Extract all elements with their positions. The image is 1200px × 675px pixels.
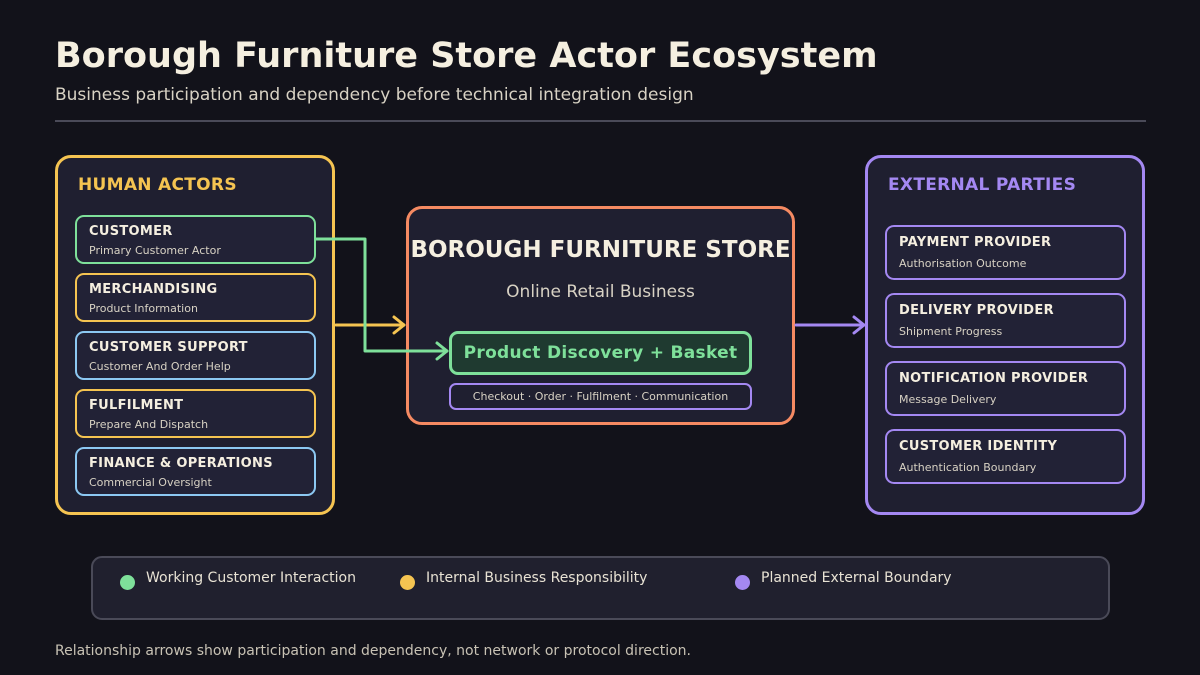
- page-title: Borough Furniture Store Actor Ecosystem: [55, 36, 878, 76]
- party-card-title: NOTIFICATION PROVIDER: [899, 371, 1089, 386]
- party-card-notification-provider[interactable]: NOTIFICATION PROVIDER Message Delivery: [885, 361, 1126, 416]
- legend-label: Working Customer Interaction: [146, 570, 356, 586]
- actor-card-merchandising[interactable]: MERCHANDISING Product Information: [75, 273, 316, 322]
- legend: [91, 556, 1110, 620]
- actor-card-fulfilment[interactable]: FULFILMENT Prepare And Dispatch: [75, 389, 316, 438]
- actor-card-finance-operations[interactable]: FINANCE & OPERATIONS Commercial Oversigh…: [75, 447, 316, 496]
- external-parties-title: EXTERNAL PARTIES: [888, 175, 1077, 195]
- legend-dot-external-boundary: [735, 575, 750, 590]
- actor-card-customer[interactable]: CUSTOMER Primary Customer Actor: [75, 215, 316, 264]
- business-process-box[interactable]: Checkout · Order · Fulfilment · Communic…: [449, 383, 752, 410]
- actor-card-subtitle: Customer And Order Help: [89, 360, 231, 373]
- party-card-title: DELIVERY PROVIDER: [899, 303, 1054, 318]
- store-title: BOROUGH FURNITURE STORE: [410, 237, 791, 263]
- internal-responsibility-arrow: [334, 315, 406, 335]
- external-boundary-arrow: [794, 315, 866, 335]
- actor-card-title: CUSTOMER SUPPORT: [89, 340, 248, 355]
- actor-card-title: FULFILMENT: [89, 398, 184, 413]
- page-subtitle: Business participation and dependency be…: [55, 85, 694, 105]
- party-card-subtitle: Authorisation Outcome: [899, 257, 1027, 270]
- actor-card-subtitle: Primary Customer Actor: [89, 244, 221, 257]
- actor-card-customer-support[interactable]: CUSTOMER SUPPORT Customer And Order Help: [75, 331, 316, 380]
- legend-label: Planned External Boundary: [761, 570, 952, 586]
- actor-card-title: FINANCE & OPERATIONS: [89, 456, 273, 471]
- legend-dot-customer-interaction: [120, 575, 135, 590]
- party-card-customer-identity[interactable]: CUSTOMER IDENTITY Authentication Boundar…: [885, 429, 1126, 484]
- party-card-subtitle: Authentication Boundary: [899, 461, 1037, 474]
- product-discovery-basket-box[interactable]: Product Discovery + Basket: [449, 331, 752, 375]
- party-card-payment-provider[interactable]: PAYMENT PROVIDER Authorisation Outcome: [885, 225, 1126, 280]
- footnote: Relationship arrows show participation a…: [55, 643, 691, 659]
- actor-card-subtitle: Prepare And Dispatch: [89, 418, 209, 431]
- party-card-delivery-provider[interactable]: DELIVERY PROVIDER Shipment Progress: [885, 293, 1126, 348]
- actor-card-title: MERCHANDISING: [89, 282, 218, 297]
- store-subtitle: Online Retail Business: [506, 282, 695, 302]
- actor-card-title: CUSTOMER: [89, 224, 173, 239]
- party-card-subtitle: Shipment Progress: [899, 325, 1003, 338]
- party-card-subtitle: Message Delivery: [899, 393, 997, 406]
- actor-card-subtitle: Product Information: [89, 302, 198, 315]
- legend-dot-internal-responsibility: [400, 575, 415, 590]
- header-divider: [55, 120, 1146, 122]
- legend-label: Internal Business Responsibility: [426, 570, 648, 586]
- human-actors-title: HUMAN ACTORS: [78, 175, 237, 195]
- actor-card-subtitle: Commercial Oversight: [89, 476, 212, 489]
- party-card-title: CUSTOMER IDENTITY: [899, 439, 1058, 454]
- party-card-title: PAYMENT PROVIDER: [899, 235, 1052, 250]
